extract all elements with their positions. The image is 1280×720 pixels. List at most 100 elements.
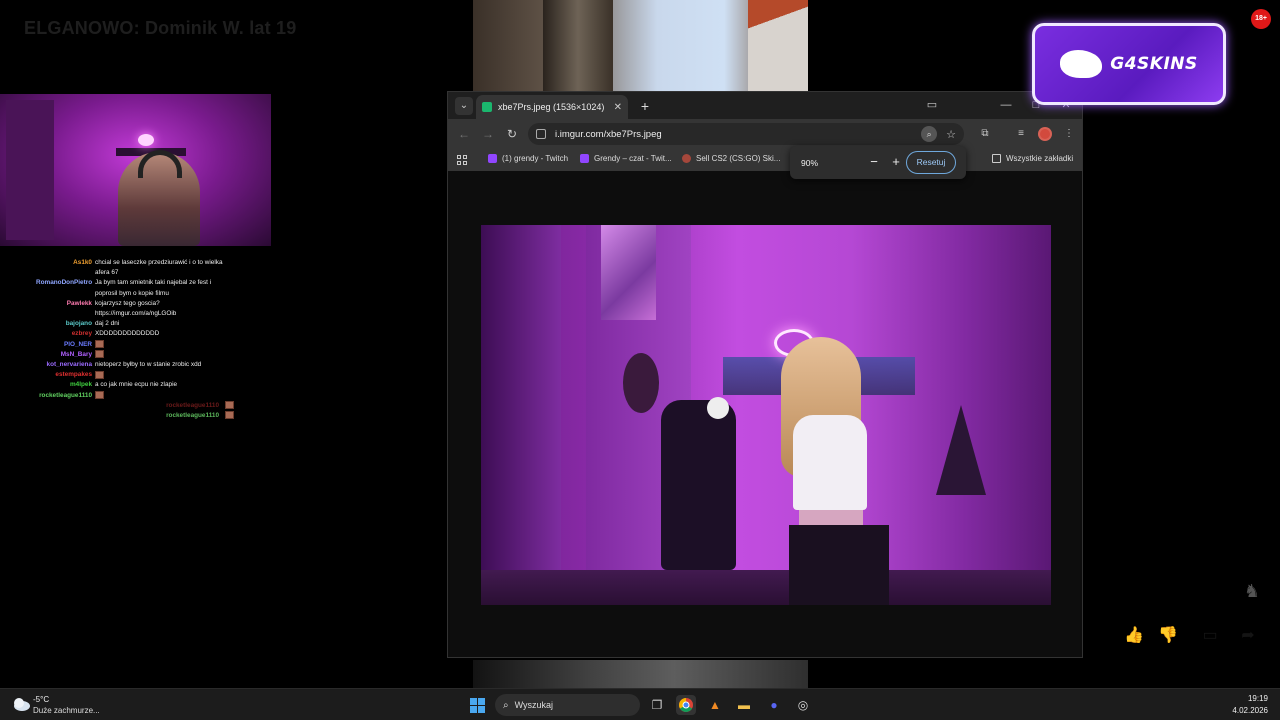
taskbar: -5°C Duże zachmurze... ⌕ Wyszukaj ❐ ▲ ▬ …: [0, 688, 1280, 720]
zoom-in-button[interactable]: +: [888, 154, 904, 170]
cloud-weather-icon[interactable]: [11, 696, 31, 712]
search-icon: ⌕: [503, 699, 509, 711]
profile-avatar[interactable]: [1038, 127, 1052, 141]
chat-text: XDDDDDDDDDDDDD: [95, 330, 160, 338]
cast-icon[interactable]: ▭: [924, 96, 940, 116]
chat-username[interactable]: estempakes: [36, 370, 95, 380]
discord-icon[interactable]: ●: [764, 695, 784, 715]
chat-username[interactable]: kot_nervariena: [36, 360, 95, 370]
app-triangle-icon[interactable]: ▲: [705, 695, 725, 715]
chat-message: kot_nervariena nietoperz byłby to w stani…: [36, 360, 236, 370]
minimize-button[interactable]: —: [998, 96, 1014, 116]
menu-icon[interactable]: ⋮: [1062, 127, 1076, 141]
chat-message: m4lpek a co jak mnie ecpu nie zlapie: [36, 380, 236, 390]
chat-username[interactable]: MsN_Bary: [36, 350, 95, 360]
chat-username[interactable]: rocketleague1110: [166, 401, 222, 411]
imgur-favicon-icon: [482, 102, 492, 112]
comment-icon[interactable]: ▭: [1200, 626, 1220, 646]
stream-title: ELGANOWO: Dominik W. lat 19: [24, 18, 297, 38]
tab-search-button[interactable]: ⌄: [455, 97, 473, 115]
bookmark-grendy-twitch[interactable]: (1) grendy - Twitch: [488, 154, 568, 163]
chat-emote-icon: [95, 350, 104, 359]
chat-message: bajojano daj 2 dni: [36, 319, 236, 329]
bookmark-label: Sell CS2 (CS:GO) Ski...: [696, 154, 781, 163]
browser-toolbar: ← → ↻ i.imgur.com/xbe7Prs.jpeg ⌕ ☆ ⧉ ≡ ⋮: [448, 119, 1082, 149]
background-photo-top: [473, 0, 808, 92]
dislike-icon[interactable]: 👎: [1158, 626, 1178, 646]
chat-username[interactable]: rocketleague1110: [166, 411, 222, 421]
search-placeholder: Wyszukaj: [514, 700, 554, 710]
chat-username[interactable]: rocketleague1110: [36, 391, 95, 401]
twitch-icon: [580, 154, 589, 163]
forward-button[interactable]: →: [479, 125, 497, 143]
folder-icon: [992, 154, 1001, 163]
bookmark-sell-cs2[interactable]: Sell CS2 (CS:GO) Ski...: [682, 154, 780, 163]
chat-username[interactable]: Pawlekk: [36, 299, 95, 319]
extensions-icon[interactable]: ⧉: [978, 127, 992, 141]
apps-grid-icon[interactable]: [457, 155, 467, 165]
like-icon[interactable]: 👍: [1124, 626, 1144, 646]
tab-title: xbe7Prs.jpeg (1536×1024): [498, 102, 605, 112]
bookmark-all-folder[interactable]: Wszystkie zakładki: [992, 154, 1073, 163]
chrome-icon[interactable]: [676, 695, 696, 715]
chat-text: Ja bym tam smietnik taki najebal ze fest…: [95, 279, 212, 297]
sponsor-banner: G4SKINS: [1032, 23, 1226, 105]
close-tab-icon[interactable]: ✕: [614, 102, 622, 113]
chat-message: As1k0 chcial se laseczke przedziurawić i …: [36, 258, 236, 278]
tab-active[interactable]: xbe7Prs.jpeg (1536×1024) ✕: [476, 95, 628, 119]
media-controls-icon[interactable]: ≡: [1014, 127, 1028, 141]
channel-emblem-icon: ♞: [1243, 581, 1261, 601]
chat-username[interactable]: bajojano: [36, 319, 95, 329]
sell-icon: [682, 154, 691, 163]
chat-username[interactable]: As1k0: [36, 258, 95, 278]
chat-message: rocketleague1110: [36, 400, 234, 411]
weather-temperature[interactable]: -5°C: [33, 695, 49, 704]
chat-text: daj 2 dni: [95, 320, 120, 328]
url-text: i.imgur.com/xbe7Prs.jpeg: [555, 128, 662, 140]
chat-text: [95, 350, 235, 360]
chat-text: [95, 390, 235, 401]
chat-username[interactable]: m4lpek: [36, 380, 95, 390]
clock-time[interactable]: 19:19: [1238, 694, 1268, 703]
bookmark-grendy-chat[interactable]: Grendy – czat - Twit...: [580, 154, 672, 163]
site-info-icon[interactable]: [536, 129, 546, 139]
windows-start-icon[interactable]: [470, 698, 485, 713]
app-steam-icon[interactable]: ◎: [793, 695, 813, 715]
chat-emote-icon: [225, 411, 234, 420]
file-explorer-icon[interactable]: ▬: [734, 695, 754, 715]
zoom-out-button[interactable]: −: [866, 154, 882, 170]
new-tab-button[interactable]: +: [636, 97, 654, 115]
back-button[interactable]: ←: [455, 125, 473, 143]
chat-emote-icon: [95, 370, 104, 379]
taskbar-search[interactable]: ⌕ Wyszukaj: [495, 694, 640, 716]
weather-description[interactable]: Duże zachmurze...: [33, 706, 100, 715]
clock-date[interactable]: 4.02.2026: [1220, 706, 1268, 715]
tab-bar: ⌄ xbe7Prs.jpeg (1536×1024) ✕ + ▭ — □ ✕: [448, 92, 1082, 119]
panther-logo-icon: [1060, 50, 1103, 78]
address-bar[interactable]: i.imgur.com/xbe7Prs.jpeg ⌕ ☆: [528, 123, 964, 145]
bookmark-label: Grendy – czat - Twit...: [594, 154, 672, 163]
chat-username[interactable]: PIO_NER: [36, 340, 95, 350]
chat-emote-icon: [95, 339, 104, 348]
chat-panel: As1k0 chcial se laseczke przedziurawić i …: [36, 258, 236, 421]
reload-button[interactable]: ↻: [503, 125, 521, 143]
chat-message: RomanoDonPietro Ja bym tam smietnik taki …: [36, 278, 236, 298]
chat-username[interactable]: RomanoDonPietro: [36, 278, 95, 298]
task-view-icon[interactable]: ❐: [647, 695, 667, 715]
chat-text: [95, 339, 235, 350]
age-rating-badge: 18+: [1251, 9, 1271, 29]
bookmark-star-icon[interactable]: ☆: [946, 128, 956, 141]
bookmark-label: (1) grendy - Twitch: [502, 154, 569, 163]
sponsor-name: G4SKINS: [1110, 54, 1198, 74]
chat-text: nietoperz byłby to w stanie zrobic xdd: [95, 361, 202, 369]
chat-message: ezbrey XDDDDDDDDDDDDD: [36, 329, 236, 339]
zoom-reset-button[interactable]: Resetuj: [906, 151, 956, 174]
chat-username[interactable]: ezbrey: [36, 329, 95, 339]
chat-text: chcial se laseczke przedziurawić i o to …: [95, 259, 223, 277]
zoom-icon[interactable]: ⌕: [921, 126, 938, 142]
share-icon[interactable]: ➦: [1238, 626, 1258, 646]
chat-message: rocketleague1110: [36, 411, 234, 421]
chat-text: a co jak mnie ecpu nie zlapie: [95, 381, 178, 389]
chat-text: [95, 370, 235, 380]
chat-message: MsN_Bary: [36, 350, 236, 360]
